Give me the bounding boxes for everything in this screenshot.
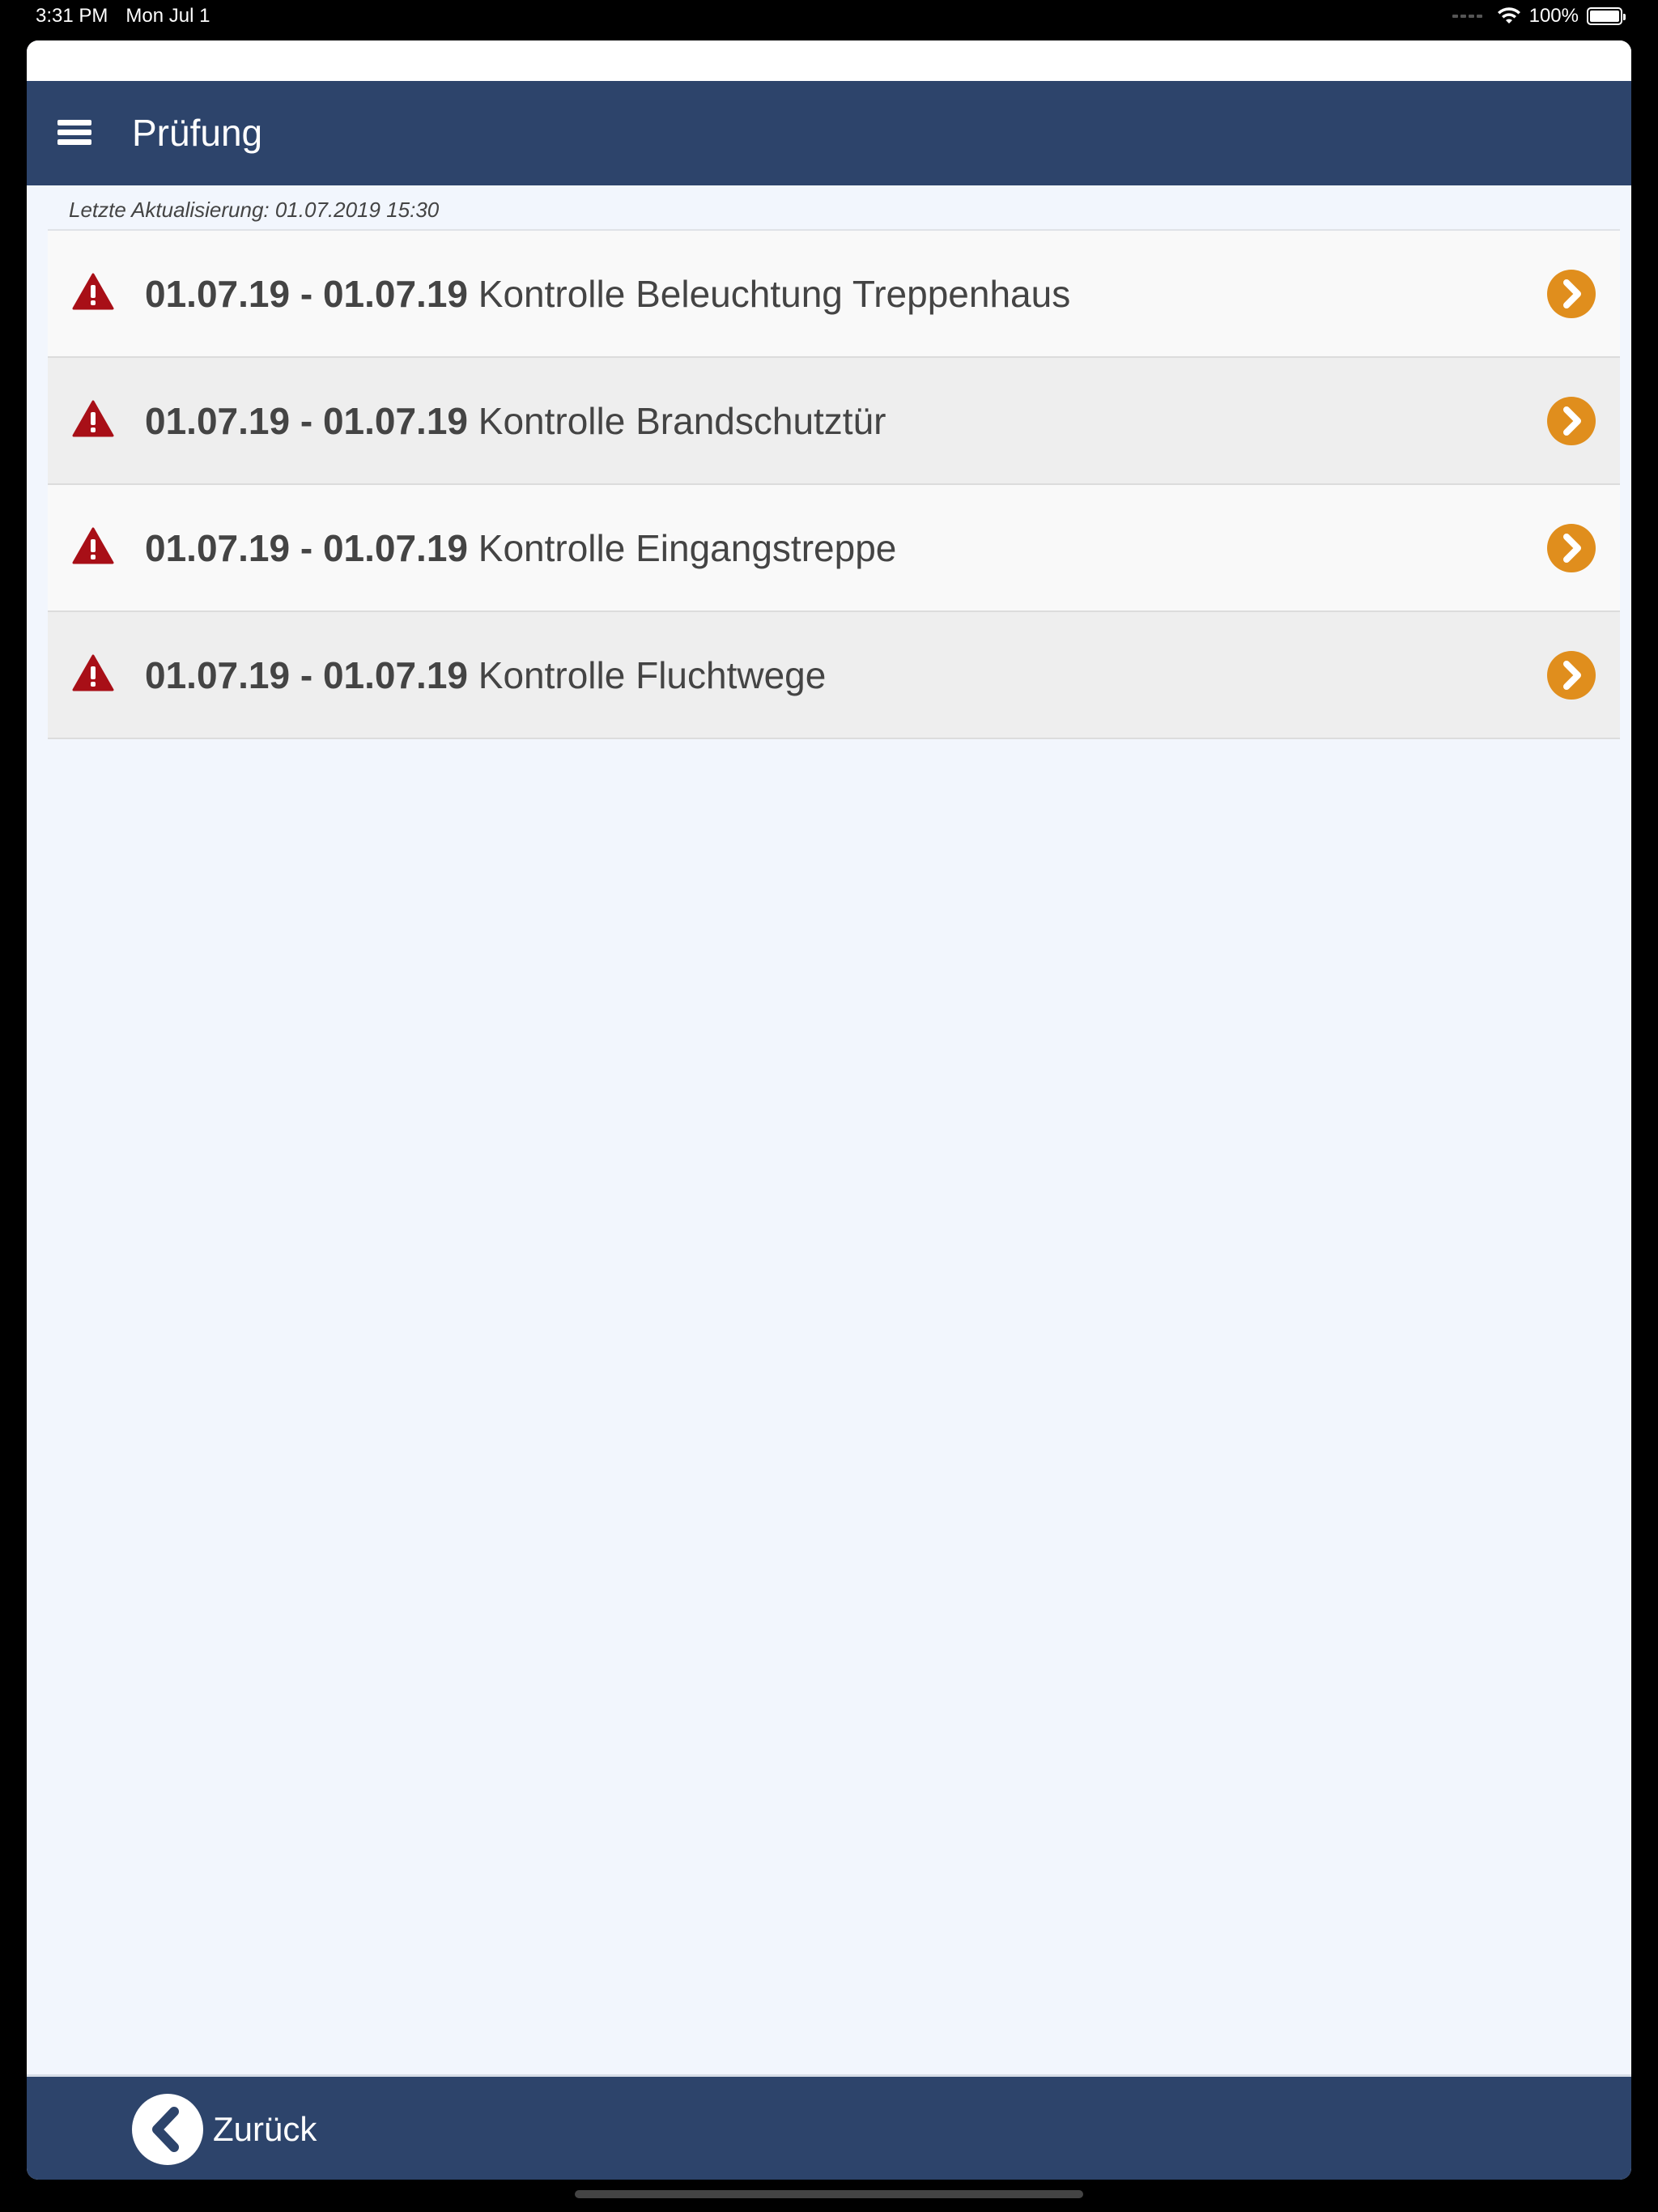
- battery-icon: [1587, 7, 1626, 25]
- warning-icon: [72, 273, 114, 310]
- list-item-title: Kontrolle Brandschutztür: [478, 400, 886, 442]
- list-item-title: Kontrolle Beleuchtung Treppenhaus: [478, 273, 1071, 315]
- list-item[interactable]: 01.07.19 - 01.07.19 Kontrolle Beleuchtun…: [48, 231, 1620, 358]
- chevron-left-icon: [132, 2094, 203, 2165]
- list-item-title: Kontrolle Eingangstreppe: [478, 527, 897, 569]
- list-item-dates: 01.07.19 - 01.07.19: [145, 527, 468, 569]
- list-item-title: Kontrolle Fluchtwege: [478, 654, 827, 696]
- status-bar: 3:31 PM Mon Jul 1 100%: [0, 0, 1658, 36]
- list-item-text: 01.07.19 - 01.07.19 Kontrolle Eingangstr…: [145, 525, 896, 571]
- wifi-icon: [1497, 7, 1520, 23]
- last-update-label: Letzte Aktualisierung: 01.07.2019 15:30: [69, 198, 440, 222]
- list-item[interactable]: 01.07.19 - 01.07.19 Kontrolle Eingangstr…: [48, 485, 1620, 612]
- list-item-text: 01.07.19 - 01.07.19 Kontrolle Brandschut…: [145, 398, 886, 444]
- app-header: Prüfung: [27, 81, 1631, 185]
- inspection-list: 01.07.19 - 01.07.19 Kontrolle Beleuchtun…: [48, 229, 1620, 739]
- app-window: Prüfung Letzte Aktualisierung: 01.07.201…: [27, 40, 1631, 2180]
- chevron-right-icon[interactable]: [1547, 651, 1596, 700]
- battery-percentage: 100%: [1528, 5, 1579, 27]
- chevron-right-icon[interactable]: [1547, 524, 1596, 572]
- chevron-right-icon[interactable]: [1547, 397, 1596, 445]
- status-date: Mon Jul 1: [125, 5, 210, 27]
- back-button-label: Zurück: [213, 2110, 317, 2148]
- list-item[interactable]: 01.07.19 - 01.07.19 Kontrolle Fluchtwege: [48, 612, 1620, 739]
- list-item-dates: 01.07.19 - 01.07.19: [145, 273, 468, 315]
- home-indicator[interactable]: [575, 2190, 1083, 2198]
- top-spacer: [27, 40, 1631, 81]
- hamburger-menu-icon[interactable]: [57, 120, 91, 146]
- back-button[interactable]: Zurück: [132, 2093, 317, 2166]
- page-title: Prüfung: [132, 112, 263, 154]
- warning-icon: [72, 654, 114, 691]
- list-item-dates: 01.07.19 - 01.07.19: [145, 400, 468, 442]
- warning-icon: [72, 527, 114, 564]
- cellular-signal-icon: [1452, 15, 1482, 18]
- footer-bar: Zurück: [27, 2074, 1631, 2180]
- list-item-text: 01.07.19 - 01.07.19 Kontrolle Fluchtwege: [145, 653, 826, 698]
- list-item[interactable]: 01.07.19 - 01.07.19 Kontrolle Brandschut…: [48, 358, 1620, 485]
- list-item-dates: 01.07.19 - 01.07.19: [145, 654, 468, 696]
- list-item-text: 01.07.19 - 01.07.19 Kontrolle Beleuchtun…: [145, 271, 1070, 317]
- warning-icon: [72, 400, 114, 437]
- chevron-right-icon[interactable]: [1547, 270, 1596, 318]
- status-time: 3:31 PM: [36, 5, 108, 27]
